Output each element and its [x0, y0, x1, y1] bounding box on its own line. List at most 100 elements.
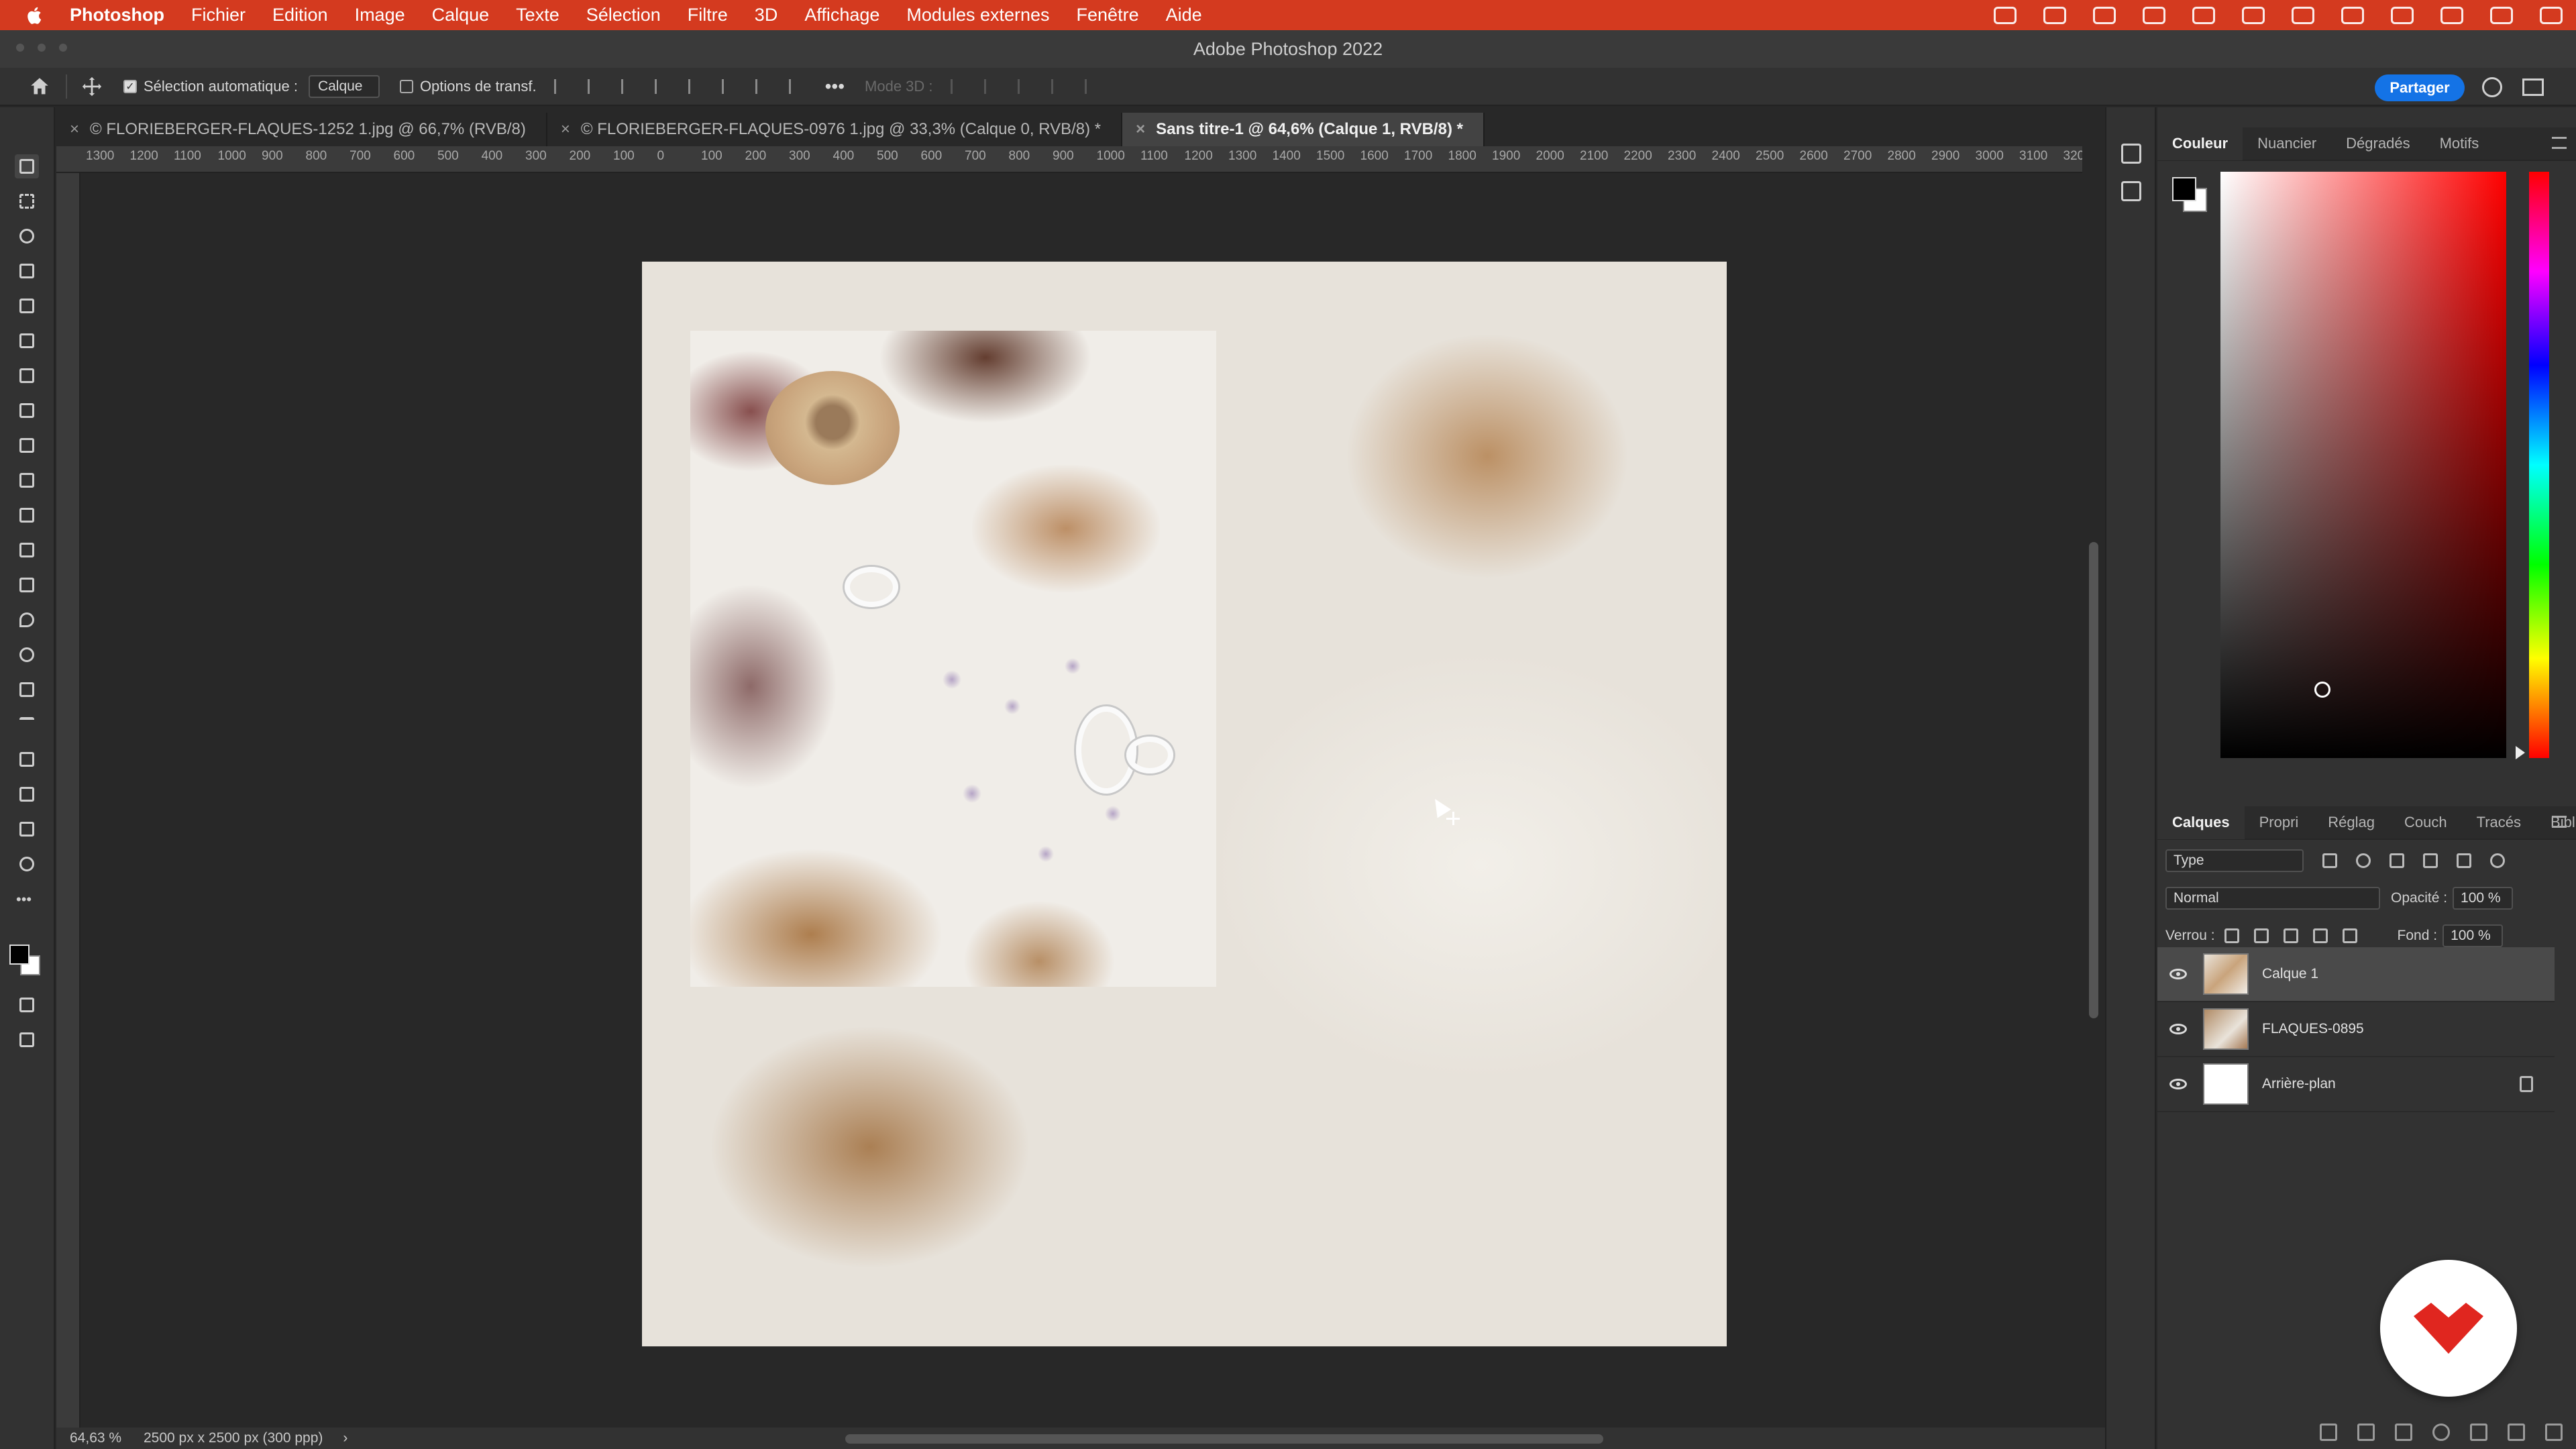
panel-menu-icon[interactable]	[2552, 816, 2567, 828]
tab-document-2[interactable]: × © FLORIEBERGER-FLAQUES-0976 1.jpg @ 33…	[547, 113, 1123, 146]
share-button[interactable]: Partager	[2375, 74, 2465, 101]
vertical-scrollbar[interactable]	[2082, 146, 2105, 1428]
visibility-eye-icon[interactable]	[2169, 1079, 2187, 1089]
screen-mode-tool[interactable]	[15, 1028, 39, 1052]
inset-photo[interactable]	[690, 331, 1216, 987]
screen-icon[interactable]	[2093, 6, 2116, 24]
align-top-icon[interactable]	[688, 78, 704, 94]
layer-row-calque-1[interactable]: Calque 1	[2157, 947, 2555, 1002]
status-menu-arrow[interactable]: ›	[343, 1430, 347, 1446]
edit-toolbar[interactable]: •••	[15, 887, 39, 911]
visibility-eye-icon[interactable]	[2169, 969, 2187, 979]
layer-name[interactable]: Calque 1	[2262, 966, 2318, 982]
menu-fenetre[interactable]: Fenêtre	[1077, 5, 1139, 25]
eyedropper-tool[interactable]	[15, 364, 39, 388]
color-picker-handle[interactable]	[2314, 682, 2330, 698]
close-tab-icon[interactable]: ×	[1136, 120, 1145, 139]
timemachine-icon[interactable]	[2391, 6, 2414, 24]
tab-traces[interactable]: Tracés	[2462, 806, 2536, 839]
creative-cloud-icon[interactable]	[1994, 6, 2017, 24]
quick-mask-tool[interactable]	[15, 993, 39, 1017]
crop-tool[interactable]	[15, 294, 39, 318]
horizontal-scroll-thumb[interactable]	[845, 1434, 1603, 1444]
menu-calque[interactable]: Calque	[432, 5, 490, 25]
filter-adjustment-icon[interactable]	[2356, 853, 2371, 868]
menu-edition[interactable]: Edition	[272, 5, 328, 25]
align-right-icon[interactable]	[621, 78, 637, 94]
delete-layer-icon[interactable]	[2545, 1424, 2563, 1441]
dodge-tool[interactable]	[15, 643, 39, 667]
display-icon[interactable]	[2143, 6, 2165, 24]
align-bottom-icon[interactable]	[755, 78, 771, 94]
lock-image-icon[interactable]	[2253, 928, 2269, 943]
color-foreground-swatch[interactable]	[2172, 177, 2196, 201]
menu-aide[interactable]: Aide	[1166, 5, 1202, 25]
filter-smart-object-icon[interactable]	[2457, 853, 2471, 868]
cloud-sync-icon[interactable]	[2043, 6, 2066, 24]
rectangle-tool[interactable]	[15, 782, 39, 806]
filter-shape-icon[interactable]	[2423, 853, 2438, 868]
lasso-tool[interactable]	[15, 224, 39, 248]
menu-3d[interactable]: 3D	[755, 5, 778, 25]
fill-field[interactable]: 100 %	[2443, 924, 2504, 947]
layer-filter-dropdown[interactable]: Type	[2165, 849, 2304, 872]
foreground-color-swatch[interactable]	[9, 945, 30, 965]
document-canvas[interactable]	[642, 262, 1727, 1346]
tab-document-1[interactable]: × © FLORIEBERGER-FLAQUES-1252 1.jpg @ 66…	[56, 113, 547, 146]
new-layer-icon[interactable]	[2508, 1424, 2525, 1441]
spotlight-icon[interactable]	[2341, 6, 2364, 24]
hand-tool[interactable]	[15, 817, 39, 841]
healing-brush-tool[interactable]	[15, 398, 39, 423]
layer-row-flaques-0895[interactable]: FLAQUES-0895	[2157, 1002, 2555, 1057]
history-panel-icon[interactable]	[2121, 144, 2141, 164]
wifi-icon[interactable]	[2292, 6, 2314, 24]
clone-stamp-tool[interactable]	[15, 468, 39, 492]
align-left-icon[interactable]	[553, 78, 570, 94]
opacity-field[interactable]: 100 %	[2453, 887, 2514, 910]
lock-artboard-icon[interactable]	[2312, 928, 2328, 943]
distribute-icon[interactable]	[654, 78, 671, 94]
type-tool[interactable]	[15, 712, 39, 737]
add-mask-icon[interactable]	[2395, 1424, 2412, 1441]
distribute-vertical-icon[interactable]	[788, 78, 805, 94]
menu-texte[interactable]: Texte	[516, 5, 559, 25]
visibility-eye-icon[interactable]	[2169, 1024, 2187, 1034]
zoom-level[interactable]: 64,63 %	[70, 1430, 144, 1446]
battery-icon[interactable]	[2242, 6, 2265, 24]
menu-filtre[interactable]: Filtre	[688, 5, 728, 25]
tab-document-3[interactable]: × Sans titre-1 @ 64,6% (Calque 1, RVB/8)…	[1122, 113, 1485, 146]
tab-calques[interactable]: Calques	[2157, 806, 2245, 839]
blend-mode-dropdown[interactable]: Normal	[2165, 887, 2380, 910]
zoom-window-button[interactable]	[59, 44, 67, 52]
close-tab-icon[interactable]: ×	[561, 120, 570, 139]
lock-all-icon[interactable]	[2342, 928, 2357, 943]
workspace-icon[interactable]	[2522, 78, 2544, 96]
align-center-icon[interactable]	[587, 78, 604, 94]
search-icon[interactable]	[2482, 77, 2502, 97]
horizontal-ruler[interactable]: 1300 1200 1100 1000 900 800 700 600 500 400 300 200…	[56, 146, 2082, 173]
move-tool[interactable]	[15, 154, 39, 178]
path-selection-tool[interactable]	[15, 747, 39, 771]
panel-menu-icon[interactable]	[2552, 137, 2567, 149]
adjustment-layer-icon[interactable]	[2432, 1424, 2450, 1441]
hue-slider[interactable]	[2529, 172, 2549, 758]
vertical-ruler[interactable]	[56, 173, 80, 1428]
close-tab-icon[interactable]: ×	[70, 120, 79, 139]
color-picker-field[interactable]	[2220, 172, 2506, 758]
zoom-tool[interactable]	[15, 852, 39, 876]
auto-select-dropdown[interactable]: Calque	[308, 74, 380, 98]
close-window-button[interactable]	[16, 44, 24, 52]
blur-tool[interactable]	[15, 608, 39, 632]
layer-row-arriere-plan[interactable]: Arrière-plan	[2157, 1057, 2555, 1112]
layer-style-icon[interactable]	[2357, 1424, 2375, 1441]
new-group-icon[interactable]	[2470, 1424, 2487, 1441]
transform-controls-checkbox[interactable]	[399, 79, 413, 93]
layer-name[interactable]: Arrière-plan	[2262, 1076, 2336, 1092]
vertical-scroll-thumb[interactable]	[2089, 542, 2098, 1018]
hue-slider-handle[interactable]	[2516, 746, 2525, 759]
menu-selection[interactable]: Sélection	[586, 5, 661, 25]
minimize-window-button[interactable]	[38, 44, 46, 52]
eraser-tool[interactable]	[15, 538, 39, 562]
menu-photoshop[interactable]: Photoshop	[70, 5, 164, 25]
lock-position-icon[interactable]	[2283, 928, 2298, 943]
